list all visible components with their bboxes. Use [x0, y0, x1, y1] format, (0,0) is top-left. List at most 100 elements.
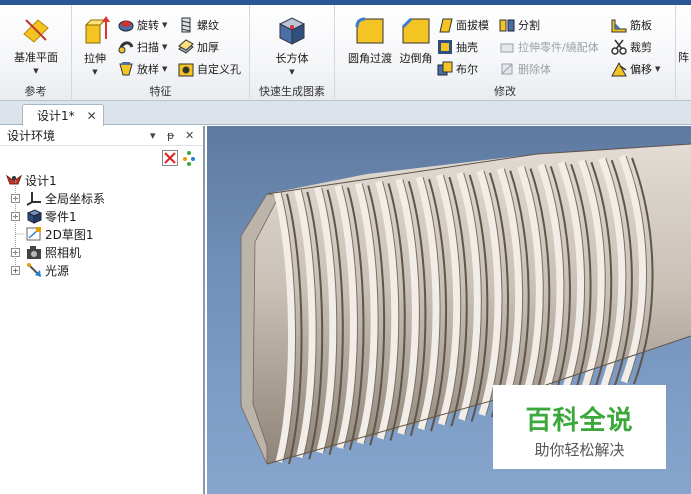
- group-label-features: 特征: [149, 85, 172, 98]
- scissors-icon: [611, 39, 627, 55]
- watermark-subtitle: 助你轻松解决: [534, 441, 625, 459]
- pane-menu-icon[interactable]: ▾: [150, 129, 156, 142]
- chevron-down-icon: ▼: [92, 68, 98, 76]
- filter-clear-icon[interactable]: [162, 150, 178, 166]
- thicken-icon: [178, 39, 194, 55]
- close-icon[interactable]: ✕: [185, 129, 194, 142]
- tree-item-camera[interactable]: + 照相机: [0, 243, 203, 261]
- tab-label: 设计1*: [37, 109, 75, 123]
- tab-design1[interactable]: 设计1* ✕: [22, 104, 104, 126]
- revolve-button[interactable]: 旋转 ▼: [118, 15, 167, 35]
- split-button[interactable]: 分割: [499, 15, 540, 35]
- group-array-partial: 阵: [675, 5, 691, 101]
- boolean-icon: [437, 61, 453, 77]
- extrude-button[interactable]: 拉伸 ▼: [77, 15, 113, 76]
- close-icon[interactable]: ✕: [87, 109, 97, 123]
- chevron-down-icon: ▼: [289, 68, 295, 76]
- loft-icon: [118, 61, 134, 77]
- draft-button[interactable]: 面拔模: [437, 15, 489, 35]
- tree-item-sketch1[interactable]: 2D草图1: [0, 225, 203, 243]
- trim-button[interactable]: 裁剪: [611, 37, 652, 57]
- chevron-down-icon: ▼: [162, 21, 168, 29]
- tree-item-design1[interactable]: 设计1: [0, 171, 203, 189]
- extrude-label: 拉伸: [84, 52, 106, 65]
- stretch-part-label: 拉伸零件/繞配体: [518, 41, 599, 54]
- custom-hole-label: 自定义孔: [197, 63, 241, 76]
- datum-plane-label: 基准平面: [14, 51, 58, 64]
- tree-item-part1[interactable]: + 零件1: [0, 207, 203, 225]
- design-environment-pane: 设计环境 ▾ ᵽ ✕ 设计1 + 全局坐标系 + 零件1 2D草图1: [0, 126, 205, 494]
- shell-icon: [437, 39, 453, 55]
- tree-item-label: 全局坐标系: [45, 191, 106, 206]
- sweep-icon: [118, 39, 134, 55]
- tree-item-label: 光源: [45, 263, 70, 278]
- split-icon: [499, 17, 515, 33]
- tree-item-label: 零件1: [45, 209, 77, 224]
- stretch-part-icon: [499, 39, 515, 55]
- group-label-modify: 修改: [494, 85, 516, 98]
- watermark-title: 百科全说: [525, 406, 634, 436]
- array-button[interactable]: 阵: [678, 49, 691, 65]
- thicken-label: 加厚: [197, 41, 219, 54]
- extrude-icon: [79, 15, 111, 47]
- rib-label: 筋板: [630, 19, 652, 32]
- ribbon: 基准平面 ▼ 参考 拉伸 ▼ 旋转 ▼ 扫描 ▼ 放样 ▼ 螺纹 加厚 自定义孔…: [0, 0, 691, 101]
- tree-connectors: [15, 180, 24, 270]
- boolean-label: 布尔: [456, 63, 478, 76]
- offset-button[interactable]: 偏移 ▼: [611, 59, 660, 79]
- delete-body-label: 删除体: [518, 63, 551, 76]
- box-icon: [276, 15, 308, 47]
- datum-plane-button[interactable]: 基准平面 ▼: [4, 14, 68, 75]
- hole-icon: [178, 61, 194, 77]
- sort-icon[interactable]: [181, 150, 197, 166]
- sweep-button[interactable]: 扫描 ▼: [118, 37, 167, 57]
- tree-item-global-coordinate-system[interactable]: + 全局坐标系: [0, 189, 203, 207]
- trim-label: 裁剪: [630, 41, 652, 54]
- stretch-part-button[interactable]: 拉伸零件/繞配体: [499, 37, 599, 57]
- chevron-down-icon: ▼: [162, 65, 168, 73]
- offset-label: 偏移: [630, 63, 652, 76]
- sweep-label: 扫描: [137, 41, 159, 54]
- offset-icon: [611, 61, 627, 77]
- box-button[interactable]: 长方体 ▼: [268, 15, 316, 76]
- custom-hole-button[interactable]: 自定义孔: [178, 59, 241, 79]
- datum-plane-icon: [20, 14, 52, 46]
- draft-icon: [437, 17, 453, 33]
- fillet-button[interactable]: 圆角过渡: [343, 15, 397, 66]
- thread-icon: [178, 17, 194, 33]
- loft-button[interactable]: 放样 ▼: [118, 59, 167, 79]
- chevron-down-icon: ▼: [655, 65, 661, 73]
- chamfer-icon: [400, 15, 432, 47]
- rib-button[interactable]: 筋板: [611, 15, 652, 35]
- pin-icon[interactable]: ᵽ: [167, 129, 174, 142]
- thread-button[interactable]: 螺纹: [178, 15, 219, 35]
- group-label-reference: 参考: [24, 85, 47, 98]
- chamfer-label: 边倒角: [399, 52, 433, 65]
- revolve-icon: [118, 17, 134, 33]
- shell-button[interactable]: 抽壳: [437, 37, 478, 57]
- box-label: 长方体: [275, 52, 309, 65]
- document-tab-strip: 设计1* ✕: [0, 101, 691, 126]
- split-label: 分割: [518, 19, 540, 32]
- pane-toolbar: [0, 146, 203, 170]
- thicken-button[interactable]: 加厚: [178, 37, 219, 57]
- chamfer-button[interactable]: 边倒角: [395, 15, 437, 66]
- group-reference: 基准平面 ▼ 参考: [0, 5, 72, 101]
- tree-item-light-source[interactable]: + 光源: [0, 261, 203, 279]
- array-label: 阵: [678, 51, 689, 64]
- pane-title: 设计环境: [7, 129, 56, 143]
- pane-header: 设计环境 ▾ ᵽ ✕: [0, 126, 203, 146]
- boolean-button[interactable]: 布尔: [437, 59, 478, 79]
- chevron-down-icon: ▼: [33, 67, 39, 75]
- group-modify: 圆角过渡 边倒角 面拔模 抽壳 布尔 分割 拉伸零件/繞配体 删除体 筋板 裁剪…: [335, 5, 675, 101]
- fillet-icon: [354, 15, 386, 47]
- draft-label: 面拔模: [456, 19, 489, 32]
- tree-item-label: 照相机: [45, 245, 82, 260]
- group-label-quick-shapes: 快速生成图素: [259, 85, 325, 98]
- chevron-down-icon: ▼: [162, 43, 168, 51]
- design-tree: 设计1 + 全局坐标系 + 零件1 2D草图1 + 照相机 + 光源: [0, 171, 203, 279]
- revolve-label: 旋转: [137, 19, 159, 32]
- shell-label: 抽壳: [456, 41, 478, 54]
- delete-body-button[interactable]: 删除体: [499, 59, 551, 79]
- thread-label: 螺纹: [197, 19, 219, 32]
